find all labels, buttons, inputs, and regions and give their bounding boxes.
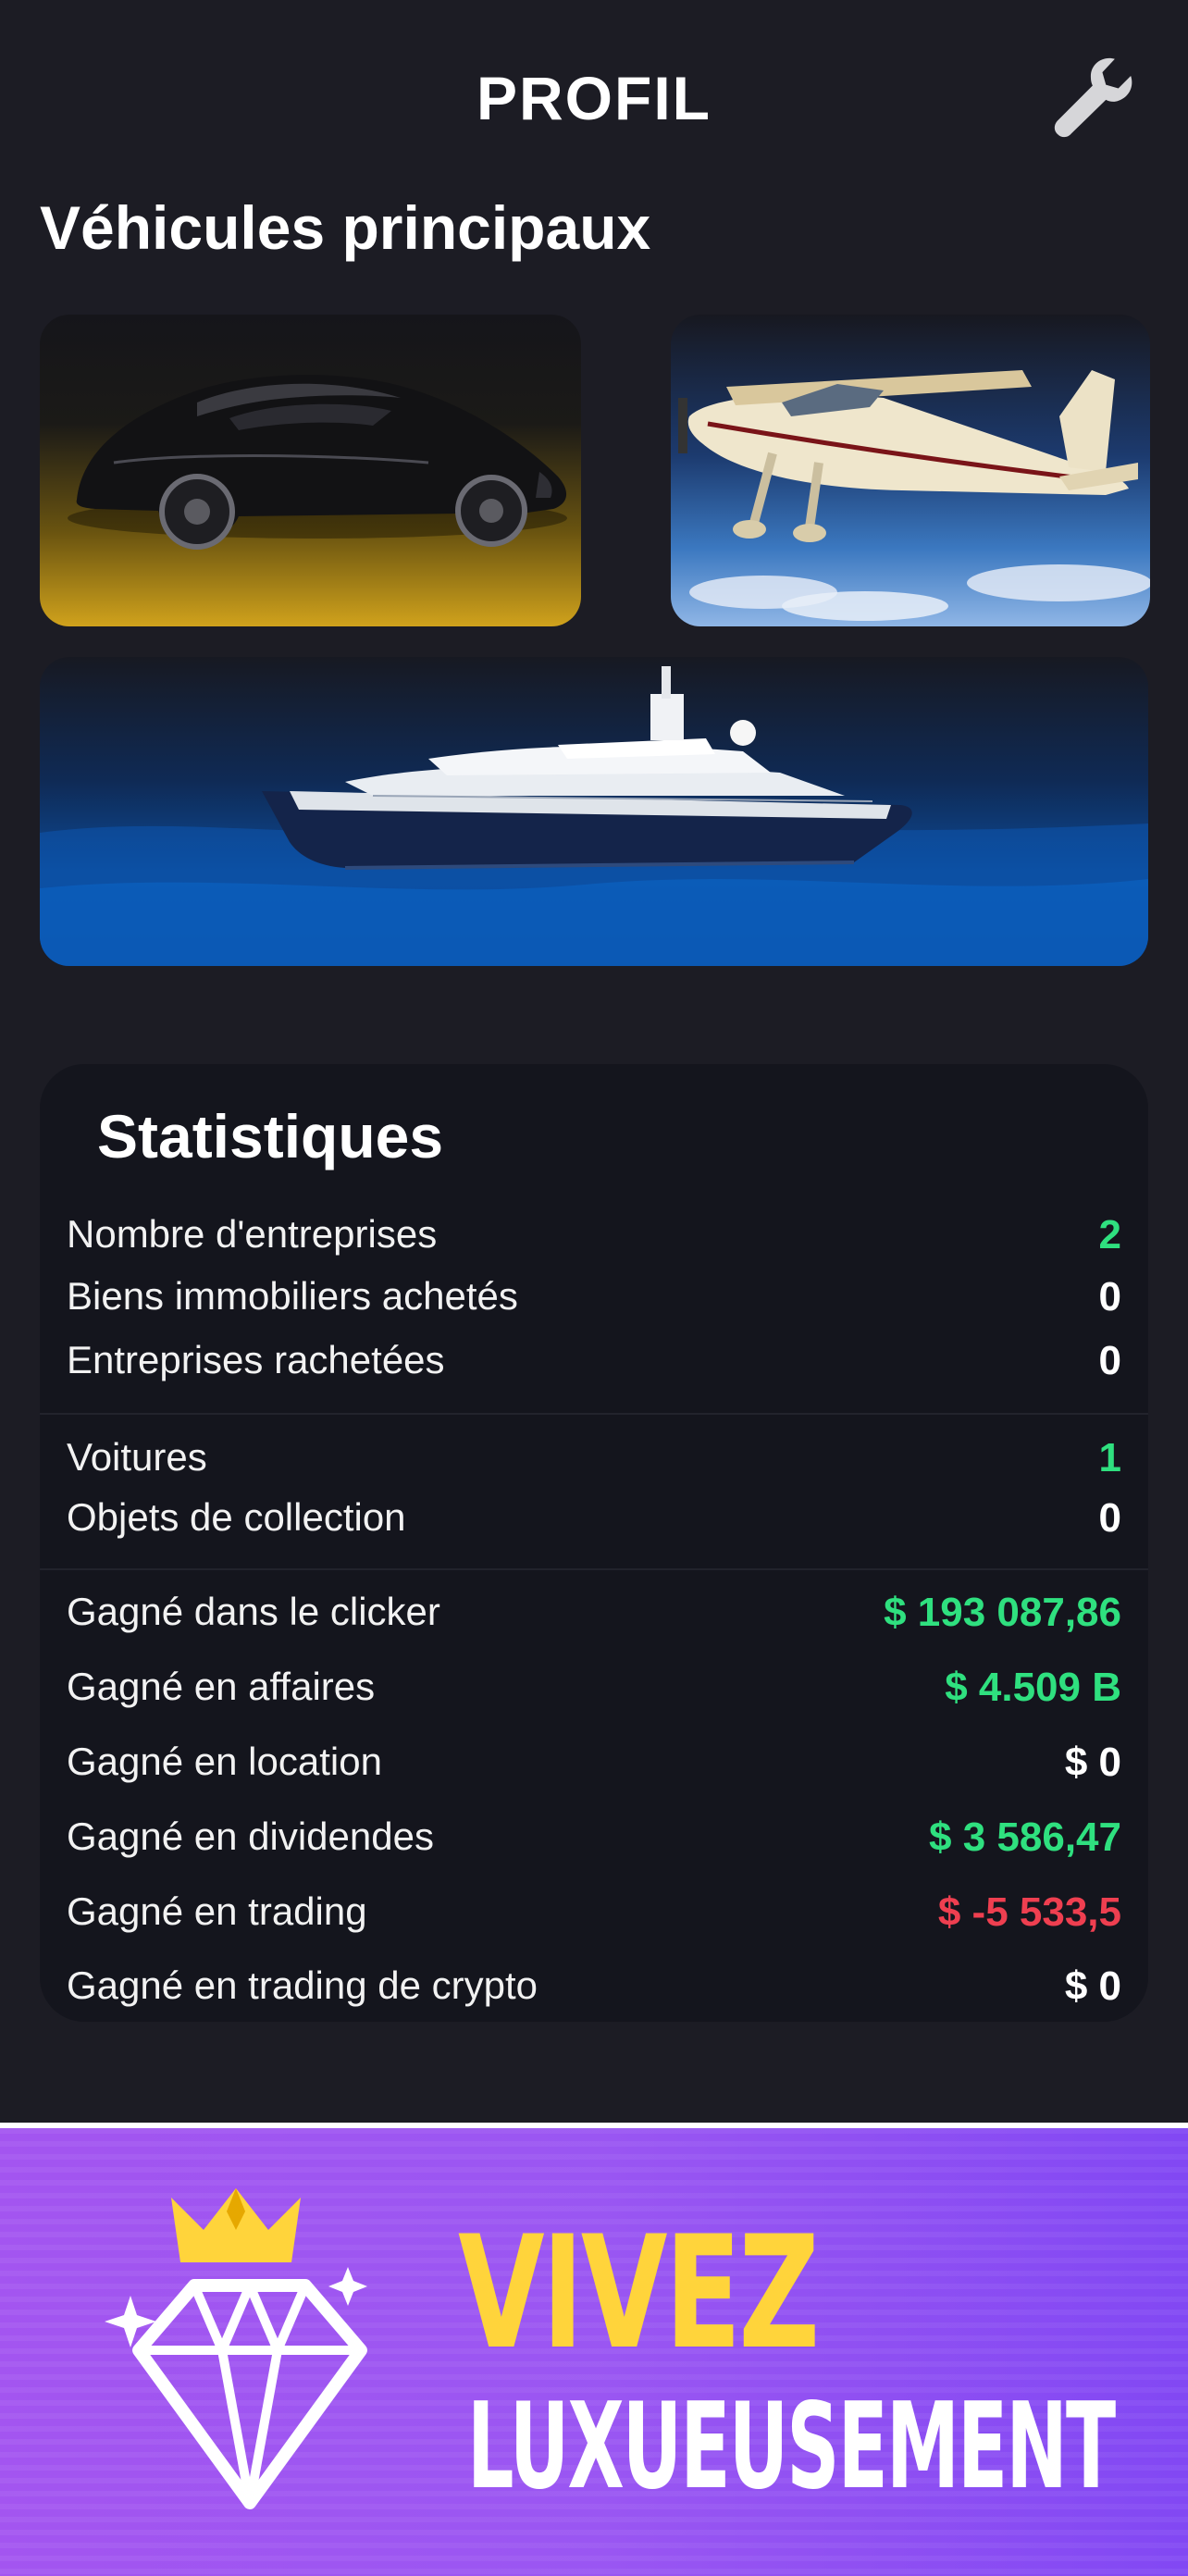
stat-value: 1 [1098, 1435, 1121, 1480]
statistics-title: Statistiques [97, 1102, 444, 1170]
page-title: PROFIL [476, 64, 712, 132]
plane-image [678, 370, 1150, 621]
stat-value: $ 0 [1064, 1963, 1121, 2009]
stat-label: Gagné en affaires [67, 1665, 376, 1708]
vehicle-card-car[interactable] [40, 315, 581, 626]
stat-row-cars: Voitures 1 [67, 1435, 1121, 1491]
vehicles-section-title: Véhicules principaux [40, 193, 651, 262]
stat-row-companies: Nombre d'entreprises 2 [67, 1212, 1121, 1268]
banner-headline: VIVEZ [458, 2202, 820, 2384]
banner-subheadline: LUXUEUSEMENT [467, 2378, 1116, 2516]
stat-value: $ 4.509 B [945, 1665, 1121, 1710]
stat-label: Objets de collection [67, 1495, 406, 1539]
stat-label: Biens immobiliers achetés [67, 1274, 518, 1318]
stat-label: Entreprises rachetées [67, 1338, 445, 1381]
vehicle-card-yacht[interactable] [40, 657, 1148, 966]
divider [40, 1568, 1148, 1570]
stat-value: $ 0 [1064, 1740, 1121, 1785]
header: PROFIL [0, 0, 1188, 204]
stat-label: Gagné dans le clicker [67, 1590, 440, 1633]
stat-value: $ 3 586,47 [929, 1814, 1121, 1860]
stat-row-companies-bought: Entreprises rachetées 0 [67, 1338, 1121, 1393]
divider [40, 1413, 1148, 1415]
stat-value: 0 [1098, 1338, 1121, 1383]
stat-value: 0 [1098, 1495, 1121, 1541]
diamond-crown-icon [105, 2188, 367, 2509]
stat-value: $ 193 087,86 [884, 1590, 1121, 1635]
yacht-image [40, 666, 1148, 966]
stat-row-business: Gagné en affaires $ 4.509 B [67, 1665, 1121, 1720]
stat-value: 2 [1098, 1212, 1121, 1257]
stat-label: Gagné en trading [67, 1889, 367, 1933]
stat-row-real-estate: Biens immobiliers achetés 0 [67, 1274, 1121, 1330]
wrench-icon[interactable] [1046, 54, 1134, 142]
stat-row-trading: Gagné en trading $ -5 533,5 [67, 1889, 1121, 1945]
stat-label: Gagné en dividendes [67, 1814, 434, 1858]
stat-row-collectibles: Objets de collection 0 [67, 1495, 1121, 1551]
stat-value: 0 [1098, 1274, 1121, 1319]
stat-row-rental: Gagné en location $ 0 [67, 1740, 1121, 1795]
stat-label: Gagné en location [67, 1740, 382, 1783]
stat-row-clicker: Gagné dans le clicker $ 193 087,86 [67, 1590, 1121, 1645]
stat-row-crypto: Gagné en trading de crypto $ 0 [67, 1963, 1121, 2019]
stat-value: $ -5 533,5 [937, 1889, 1121, 1935]
vehicle-card-plane[interactable] [671, 315, 1150, 626]
stat-row-dividends: Gagné en dividendes $ 3 586,47 [67, 1814, 1121, 1870]
promo-banner[interactable]: VIVEZ LUXUEUSEMENT [0, 2123, 1188, 2576]
car-image [68, 375, 567, 550]
stat-label: Voitures [67, 1435, 207, 1479]
stat-label: Gagné en trading de crypto [67, 1963, 538, 2007]
stat-label: Nombre d'entreprises [67, 1212, 438, 1256]
